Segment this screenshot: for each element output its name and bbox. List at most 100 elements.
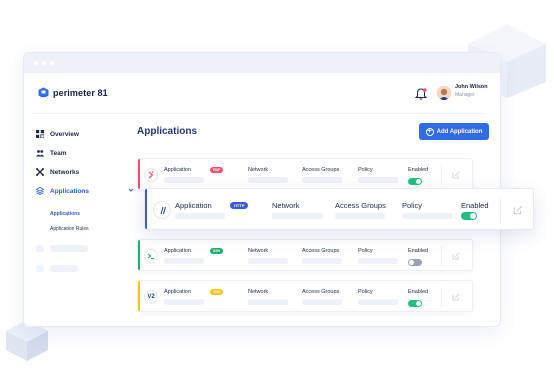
network-label: Network: [248, 248, 269, 254]
sidebar-item-label: Networks: [50, 168, 80, 176]
access-groups-label: Access Groups: [302, 248, 340, 254]
application-value-placeholder: [164, 258, 204, 264]
brand-name: perimeter 81: [53, 88, 108, 98]
protocol-badge: VNC: [210, 289, 224, 295]
edit-icon[interactable]: [452, 171, 460, 179]
enabled-label: Enabled: [408, 248, 429, 254]
add-application-button[interactable]: + Add Application: [419, 123, 489, 140]
enabled-label: Enabled: [461, 201, 489, 210]
plus-circle-icon: +: [425, 127, 434, 136]
protocol-badge: HTTP: [230, 202, 249, 209]
edit-icon[interactable]: [452, 252, 460, 260]
sidebar-item-label: Team: [50, 149, 67, 157]
sidebar-item-team[interactable]: Team: [36, 146, 67, 160]
policy-label: Policy: [402, 201, 423, 210]
access-groups-label: Access Groups: [335, 201, 386, 210]
enabled-label: Enabled: [408, 289, 429, 295]
http-icon: [153, 201, 171, 219]
user-role: Manager: [455, 91, 475, 98]
sidebar-item-label: Overview: [50, 130, 79, 138]
placeholder-icon: [36, 265, 44, 272]
enabled-toggle[interactable]: [461, 212, 477, 220]
perimeter-logo-icon: [38, 87, 49, 98]
network-label: Network: [248, 289, 269, 295]
enabled-toggle[interactable]: [408, 178, 422, 185]
sidebar-item-label: Applications: [50, 187, 90, 195]
card-accent: [138, 240, 140, 270]
window-dot: [50, 61, 54, 65]
protocol-badge: SSH: [210, 248, 224, 254]
policy-label: Policy: [358, 289, 373, 295]
network-value-placeholder: [248, 299, 288, 305]
user-name: John Wilson: [455, 84, 488, 90]
topbar: perimeter 81 John Wilson Manager: [24, 73, 500, 117]
layers-icon: [36, 187, 44, 195]
sidebar-item-overview[interactable]: Overview: [36, 127, 79, 141]
policy-value-placeholder: [402, 213, 452, 219]
terminal-icon: [144, 249, 158, 263]
access-groups-value-placeholder: [335, 213, 385, 219]
network-label: Network: [248, 167, 269, 173]
window-dot: [34, 61, 38, 65]
application-label: Application: [164, 248, 191, 254]
user-info[interactable]: John Wilson Manager: [455, 84, 488, 98]
card-accent: [138, 159, 140, 189]
policy-label: Policy: [358, 167, 373, 173]
network-label: Network: [272, 201, 300, 210]
card-accent: [138, 281, 140, 311]
access-groups-label: Access Groups: [302, 167, 340, 173]
network-icon: [36, 168, 44, 176]
application-label: Application: [175, 201, 212, 210]
network-value-placeholder: [272, 213, 322, 219]
card-divider: [500, 197, 501, 223]
bell-icon[interactable]: [414, 87, 428, 101]
page-title: Applications: [137, 126, 198, 137]
application-label: Application: [164, 167, 191, 173]
chevron-down-icon[interactable]: [128, 187, 134, 193]
application-label: Application: [164, 289, 191, 295]
sidebar-subitem-application-rules[interactable]: Application Rules: [50, 226, 89, 232]
policy-label: Policy: [358, 248, 373, 254]
access-groups-value-placeholder: [302, 258, 342, 264]
edit-icon[interactable]: [452, 293, 460, 301]
access-groups-value-placeholder: [302, 299, 342, 305]
edit-icon[interactable]: [513, 205, 523, 215]
header-divider: [32, 113, 484, 114]
avatar[interactable]: [437, 86, 451, 100]
network-value-placeholder: [248, 258, 288, 264]
card-divider: [441, 287, 442, 307]
brand-logo[interactable]: perimeter 81: [38, 87, 108, 99]
card-accent: [145, 189, 147, 229]
access-groups-label: Access Groups: [302, 289, 340, 295]
access-groups-value-placeholder: [302, 177, 342, 183]
enabled-label: Enabled: [408, 167, 429, 173]
grid-icon: [36, 130, 44, 138]
sidebar-item-networks[interactable]: Networks: [36, 165, 79, 179]
rdp-icon: [144, 168, 158, 182]
card-divider: [441, 165, 442, 185]
protocol-badge: RDP: [210, 167, 224, 173]
card-divider: [441, 246, 442, 266]
network-value-placeholder: [248, 177, 288, 183]
placeholder-bar: [50, 245, 88, 252]
placeholder-icon: [36, 245, 44, 252]
application-value-placeholder: [175, 213, 225, 219]
enabled-toggle[interactable]: [408, 300, 422, 307]
application-card[interactable]: Application SSH Network Access Groups Po…: [137, 239, 473, 271]
application-card[interactable]: Application RDP Network Access Groups Po…: [137, 158, 473, 190]
sidebar-item-applications[interactable]: Applications: [36, 184, 134, 198]
sidebar-subitem-applications[interactable]: Applications: [50, 211, 80, 217]
policy-value-placeholder: [358, 299, 398, 305]
enabled-toggle[interactable]: [408, 259, 422, 266]
users-icon: [36, 149, 44, 157]
window-titlebar: [24, 53, 500, 73]
policy-value-placeholder: [358, 177, 398, 183]
application-value-placeholder: [164, 299, 204, 305]
placeholder-bar: [50, 265, 78, 272]
application-card[interactable]: V2 Application VNC Network Access Groups…: [137, 280, 473, 312]
window-dot: [42, 61, 46, 65]
policy-value-placeholder: [358, 258, 398, 264]
application-card-highlighted[interactable]: Application HTTP Network Access Groups P…: [144, 188, 534, 230]
application-value-placeholder: [164, 177, 204, 183]
add-application-label: Add Application: [436, 128, 483, 135]
